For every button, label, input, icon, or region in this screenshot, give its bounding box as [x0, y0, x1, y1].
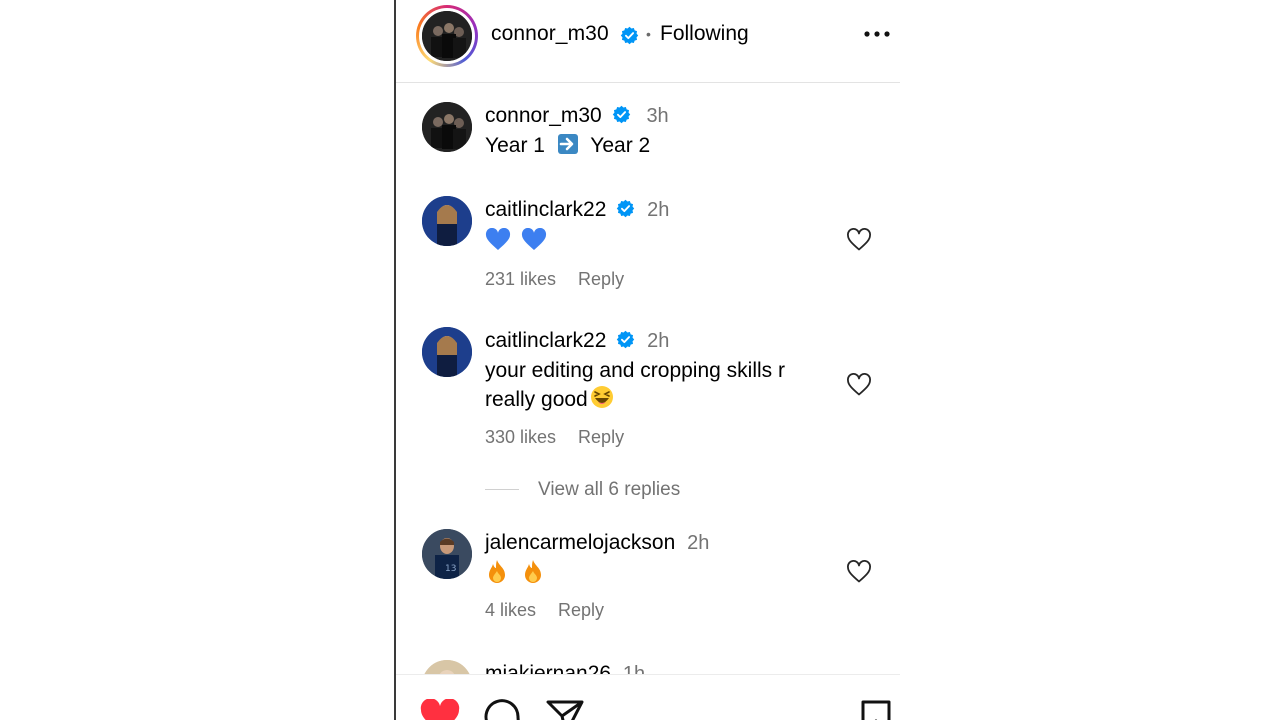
- comment-time: 2h: [687, 532, 710, 554]
- avatar[interactable]: [422, 102, 472, 152]
- bookmark-icon[interactable]: [860, 699, 892, 720]
- reply-button[interactable]: Reply: [578, 427, 624, 447]
- heart-filled-icon[interactable]: [420, 699, 460, 720]
- comment-text: Year 1 Year 2: [485, 132, 815, 160]
- following-button[interactable]: Following: [660, 22, 749, 46]
- caption-text-part: Year 1: [485, 134, 545, 157]
- svg-text:13: 13: [445, 564, 456, 574]
- instagram-comments-panel: connor_m30 • Following connor_m30 3h Yea…: [394, 0, 900, 720]
- grinning-squinting-emoji-icon: [590, 386, 613, 408]
- comment-time: 2h: [647, 199, 670, 221]
- comment-username[interactable]: jalencarmelojackson: [485, 531, 675, 554]
- comment-meta: 231 likes Reply: [485, 269, 624, 290]
- view-replies-line: [485, 489, 519, 490]
- comment-item: 13 jalencarmelojackson 2h 4 likes Reply: [422, 529, 892, 629]
- comment-icon[interactable]: [482, 699, 520, 720]
- comment-meta: 4 likes Reply: [485, 600, 604, 621]
- reply-button[interactable]: Reply: [558, 600, 604, 620]
- caption: connor_m30 3h Year 1 Year 2: [422, 102, 892, 172]
- avatar[interactable]: [422, 327, 472, 377]
- comment-time: 3h: [646, 105, 669, 127]
- heart-outline-icon[interactable]: [846, 373, 872, 397]
- comment-text-line: your editing and cropping skills r: [485, 359, 785, 382]
- comment-text-part: really good: [485, 388, 588, 411]
- comment-time: 2h: [647, 330, 670, 352]
- comment-header: connor_m30 3h: [485, 104, 669, 128]
- more-horizontal-icon[interactable]: [862, 22, 892, 46]
- comment-header: caitlinclark22 2h: [485, 198, 669, 222]
- comment-item: caitlinclark22 2h your editing and cropp…: [422, 327, 892, 467]
- fire-emoji-icon: [524, 560, 541, 583]
- view-replies-button[interactable]: View all 6 replies: [538, 479, 680, 501]
- verified-badge-icon: [617, 199, 635, 218]
- comment-text-line: really good: [485, 385, 815, 414]
- verified-badge-icon: [612, 105, 630, 124]
- likes-count[interactable]: 330 likes: [485, 427, 556, 447]
- comment-text: [485, 228, 815, 257]
- profile-photo-icon: [422, 327, 472, 377]
- heart-outline-icon[interactable]: [846, 560, 872, 584]
- profile-photo-icon: [422, 196, 472, 246]
- profile-photo-icon: 13: [422, 529, 472, 579]
- comment-username[interactable]: caitlinclark22: [485, 329, 606, 352]
- header-username[interactable]: connor_m30: [491, 22, 609, 46]
- comment-item: caitlinclark22 2h 231 likes Reply: [422, 196, 892, 296]
- comment-username[interactable]: caitlinclark22: [485, 198, 606, 221]
- verified-badge-icon: [620, 26, 639, 45]
- story-ring[interactable]: [416, 5, 478, 67]
- comment-username[interactable]: connor_m30: [485, 104, 602, 127]
- post-header: connor_m30 • Following: [396, 0, 900, 83]
- comment-text: [485, 559, 815, 590]
- avatar[interactable]: [422, 196, 472, 246]
- blue-heart-emoji-icon: [521, 228, 546, 250]
- post-action-bar: [396, 674, 900, 720]
- blue-heart-emoji-icon: [485, 228, 511, 250]
- caption-text-part: Year 2: [590, 134, 651, 157]
- comment-text: your editing and cropping skills r reall…: [485, 357, 815, 414]
- arrow-right-emoji-icon: [557, 134, 578, 154]
- comment-header: jalencarmelojackson 2h: [485, 531, 709, 555]
- ring-gap: [419, 8, 475, 64]
- avatar[interactable]: 13: [422, 529, 472, 579]
- fire-emoji-icon: [489, 560, 505, 583]
- likes-count[interactable]: 4 likes: [485, 600, 536, 620]
- screen: connor_m30 • Following connor_m30 3h Yea…: [0, 0, 1280, 720]
- separator-dot: •: [646, 26, 651, 42]
- verified-badge-icon: [617, 330, 635, 349]
- likes-count[interactable]: 231 likes: [485, 269, 556, 289]
- comment-meta: 330 likes Reply: [485, 427, 624, 448]
- reply-button[interactable]: Reply: [578, 269, 624, 289]
- profile-photo-icon: [422, 11, 472, 61]
- profile-photo-icon: [422, 102, 472, 152]
- avatar[interactable]: [422, 11, 472, 61]
- share-icon[interactable]: [546, 699, 584, 720]
- heart-outline-icon[interactable]: [846, 228, 872, 252]
- comment-header: caitlinclark22 2h: [485, 329, 669, 353]
